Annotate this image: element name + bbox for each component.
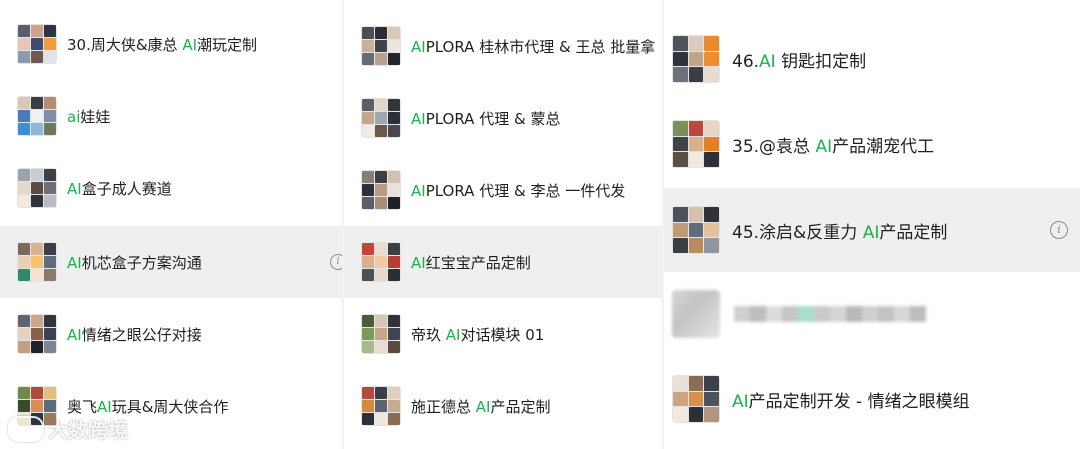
- chat-name: AI机芯盒子方案沟通: [67, 253, 202, 272]
- chat-item[interactable]: 46.AI 钥匙扣定制: [664, 17, 1080, 101]
- chat-item[interactable]: AI情绪之眼公仔对接: [0, 298, 342, 370]
- search-highlight: AI: [67, 179, 82, 198]
- chat-name: 45.涂启&反重力 AI产品定制: [732, 222, 948, 243]
- chat-item-redacted[interactable]: [664, 272, 1080, 356]
- chat-name: AIPLORA 代理 & 蒙总: [411, 109, 561, 128]
- chat-item[interactable]: ai娃娃: [0, 80, 342, 152]
- chat-name: AI情绪之眼公仔对接: [67, 325, 202, 344]
- cloud-logo-icon: [8, 415, 44, 442]
- chat-name: AI盒子成人赛道: [67, 179, 172, 198]
- chat-item[interactable]: 施正德总 AI产品定制: [344, 370, 662, 442]
- group-avatar: [17, 168, 57, 208]
- group-avatar: [672, 206, 720, 254]
- group-avatar: [17, 96, 57, 136]
- chat-item[interactable]: 30.周大侠&康总 AI潮玩定制: [0, 8, 342, 80]
- blurred-chat-name: [734, 306, 926, 322]
- search-highlight: AI: [862, 222, 880, 243]
- group-avatar: [361, 386, 401, 426]
- chat-name: 35.@袁总 AI产品潮宠代工: [732, 136, 935, 157]
- search-highlight: AI: [97, 397, 112, 416]
- chat-item[interactable]: AI盒子成人赛道: [0, 152, 342, 224]
- group-avatar: [361, 26, 401, 66]
- info-icon[interactable]: i: [1050, 221, 1068, 239]
- search-highlight: AI: [815, 136, 833, 157]
- search-highlight: AI: [445, 325, 461, 344]
- group-avatar: [361, 98, 401, 138]
- group-avatar: [361, 242, 401, 282]
- search-highlight: AI: [411, 181, 426, 200]
- chat-item[interactable]: AI产品定制开发 - 情绪之眼模组: [664, 357, 1080, 441]
- chat-item[interactable]: AIPLORA 桂林市代理 & 王总 批量拿: [344, 10, 662, 82]
- group-avatar: [361, 314, 401, 354]
- group-avatar: [672, 120, 720, 168]
- chat-item[interactable]: 帝玖 AI对话模块 01: [344, 298, 662, 370]
- watermark-text: 大数跨境: [48, 418, 128, 442]
- info-icon[interactable]: i: [330, 254, 342, 270]
- search-highlight: AI: [411, 37, 426, 56]
- chat-name: 帝玖 AI对话模块 01: [411, 325, 545, 344]
- blurred-avatar: [672, 290, 720, 338]
- chat-name: AI产品定制开发 - 情绪之眼模组: [732, 391, 970, 412]
- group-avatar: [17, 242, 57, 282]
- chat-item[interactable]: AIPLORA 代理 & 李总 一件代发: [344, 154, 662, 226]
- search-highlight: ai: [67, 107, 81, 126]
- search-highlight: AI: [67, 325, 82, 344]
- chat-item[interactable]: AI红宝宝产品定制: [344, 226, 662, 298]
- group-avatar: [17, 314, 57, 354]
- chat-item[interactable]: 35.@袁总 AI产品潮宠代工: [664, 102, 1080, 186]
- search-highlight: AI: [182, 35, 198, 54]
- chat-name: AIPLORA 桂林市代理 & 王总 批量拿: [411, 37, 656, 56]
- search-highlight: AI: [411, 253, 426, 272]
- search-highlight: AI: [67, 253, 82, 272]
- group-avatar: [672, 375, 720, 423]
- chat-name: AIPLORA 代理 & 李总 一件代发: [411, 181, 626, 200]
- chat-item[interactable]: AIPLORA 代理 & 蒙总: [344, 82, 662, 154]
- chat-item-selected[interactable]: 45.涂启&反重力 AI产品定制 i: [664, 188, 1080, 272]
- search-highlight: AI: [759, 51, 776, 72]
- chat-name: 46.AI 钥匙扣定制: [732, 51, 867, 72]
- chat-item-selected[interactable]: AI机芯盒子方案沟通 i: [0, 226, 342, 298]
- search-highlight: AI: [475, 397, 491, 416]
- search-highlight: AI: [732, 391, 749, 412]
- chat-list-column-2: AIPLORA 桂林市代理 & 王总 批量拿 AIPLORA 代理 & 蒙总 A…: [344, 0, 662, 449]
- chat-name: 30.周大侠&康总 AI潮玩定制: [67, 35, 258, 54]
- group-avatar: [361, 170, 401, 210]
- chat-name: ai娃娃: [67, 107, 111, 126]
- chat-list-column-1: 30.周大侠&康总 AI潮玩定制 ai娃娃 AI盒子成人赛道 AI机芯盒子方案沟…: [0, 0, 342, 449]
- chat-name: AI红宝宝产品定制: [411, 253, 531, 272]
- group-avatar: [672, 35, 720, 83]
- search-highlight: AI: [411, 109, 426, 128]
- watermark: 大数跨境: [8, 414, 128, 443]
- group-avatar: [17, 24, 57, 64]
- chat-list-column-3: 46.AI 钥匙扣定制 35.@袁总 AI产品潮宠代工 45.涂启&反重力 AI…: [664, 0, 1080, 449]
- chat-name: 施正德总 AI产品定制: [411, 397, 551, 416]
